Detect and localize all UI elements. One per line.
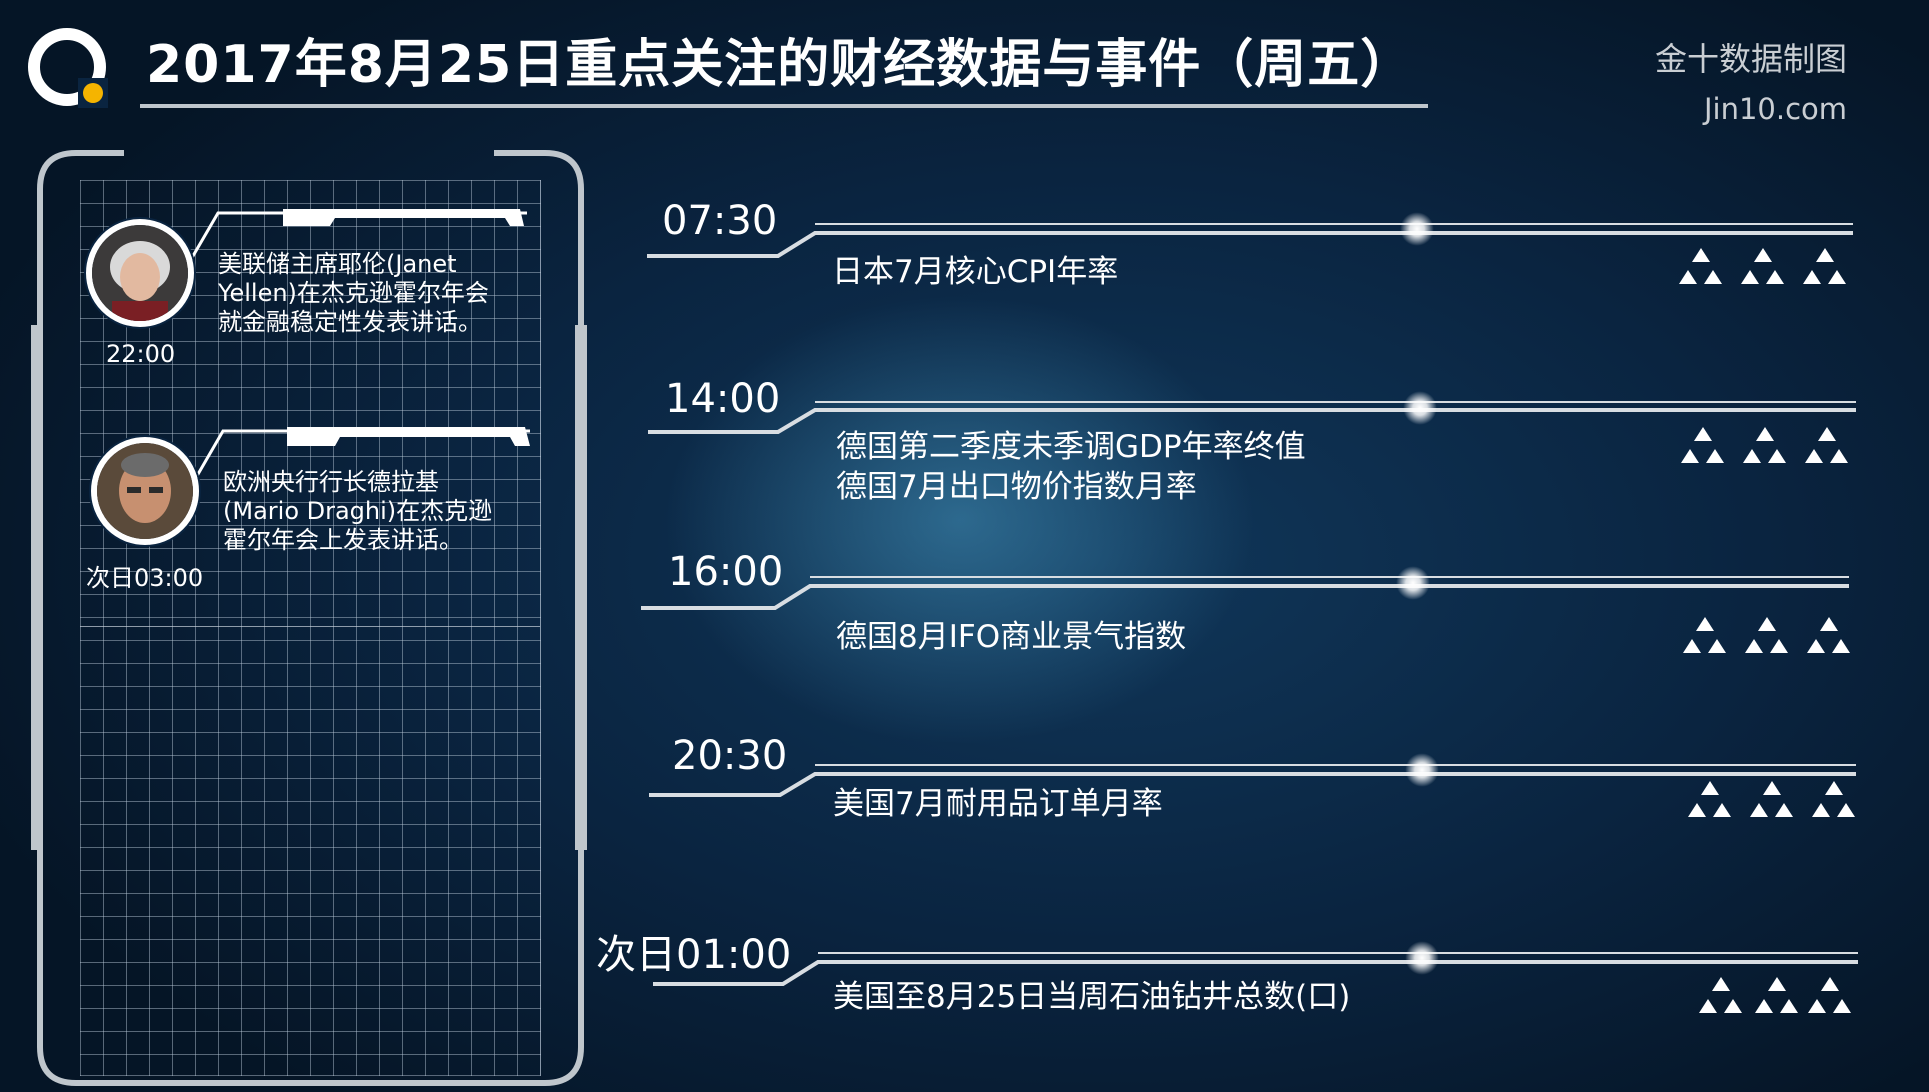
slot-time: 14:00 [665,376,781,422]
jin10-logo-icon [28,28,108,108]
slot-item: 德国7月出口物价指数月率 [836,469,1197,505]
timeline-glow [1405,753,1439,787]
importance-stars-icon [1699,977,1851,1013]
slot-item: 日本7月核心CPI年率 [832,254,1119,290]
page-title: 2017年8月25日重点关注的财经数据与事件（周五） [146,35,1414,95]
event-description: 美联储主席耶伦(Janet Yellen)在杰克逊霍尔年会就金融稳定性发表讲话。 [218,250,489,336]
portrait-draghi-icon [97,443,193,539]
timeline-glow [1396,566,1430,600]
avatar-draghi [91,437,199,545]
slot-item: 德国8月IFO商业景气指数 [836,619,1187,655]
importance-stars-icon [1679,248,1846,284]
importance-stars-icon [1688,781,1855,817]
timeline-glow [1400,212,1434,246]
event-time: 次日03:00 [86,564,204,592]
portrait-yellen-icon [92,225,188,321]
event-description: 欧洲央行行长德拉基(Mario Draghi)在杰克逊霍尔年会上发表讲话。 [223,468,493,554]
slot-item: 美国至8月25日当周石油钻井总数(口) [833,979,1351,1015]
slot-time: 20:30 [672,733,788,779]
slot-time: 次日01:00 [596,932,792,978]
timeline-glow [1405,941,1439,975]
title-underline [140,104,1428,108]
timeline-glow [1403,391,1437,425]
slot-item: 德国第二季度未季调GDP年率终值 [836,429,1306,465]
panel-divider [80,626,540,627]
importance-stars-icon [1683,617,1850,653]
event-time: 22:00 [106,340,176,368]
slot-time: 07:30 [662,198,778,244]
slot-item: 美国7月耐用品订单月率 [833,786,1163,822]
avatar-yellen [86,219,194,327]
slot-time: 16:00 [668,549,784,595]
site-label: Jin10.com [1703,92,1847,126]
brand-label: 金十数据制图 [1654,40,1847,78]
importance-stars-icon [1681,427,1848,463]
